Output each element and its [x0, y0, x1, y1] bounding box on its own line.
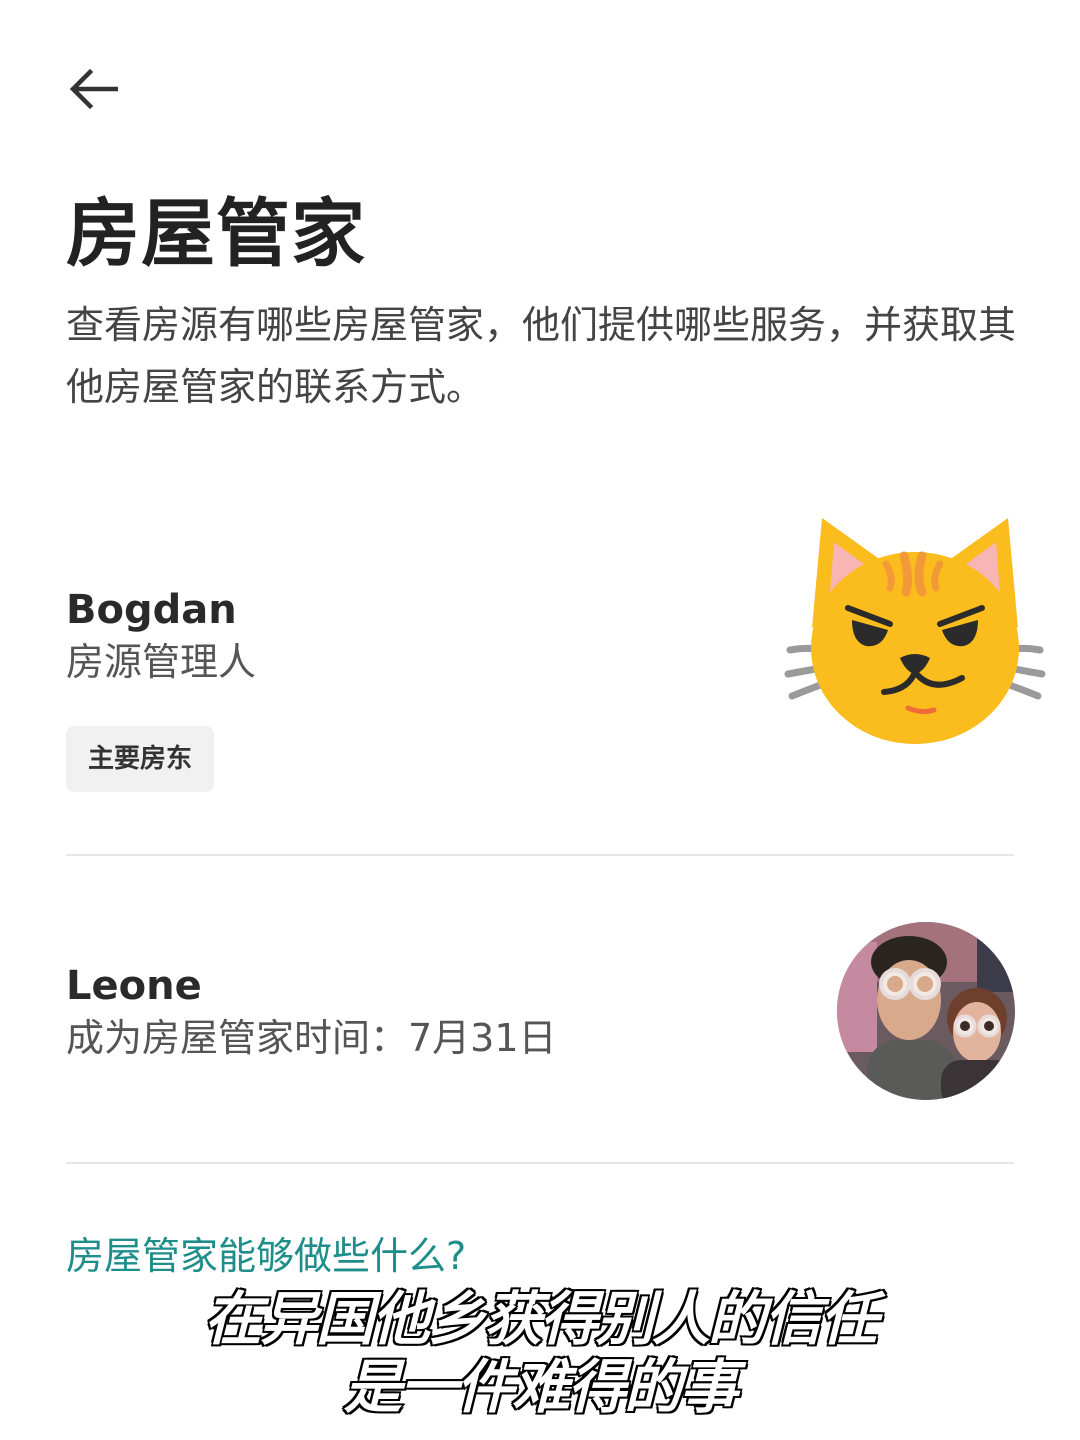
primary-host-badge: 主要房东 — [66, 726, 215, 792]
divider — [66, 1162, 1014, 1164]
host-faq-link[interactable]: 房屋管家能够做些什么? — [66, 1226, 466, 1286]
video-caption-line-2: 是一件难得的事 — [342, 1352, 739, 1423]
back-button[interactable] — [62, 58, 124, 120]
page-title: 房屋管家 — [66, 191, 366, 277]
page-subtitle: 查看房源有哪些房屋管家，他们提供哪些服务，并获取其他房屋管家的联系方式。 — [66, 303, 1017, 409]
cat-emoji-avatar[interactable] — [782, 508, 1048, 750]
divider — [66, 854, 1014, 856]
photo-avatar[interactable] — [837, 922, 1015, 1100]
video-caption-line-1: 在异国他乡获得别人的信任 — [202, 1284, 879, 1355]
arrow-left-icon — [69, 68, 118, 110]
